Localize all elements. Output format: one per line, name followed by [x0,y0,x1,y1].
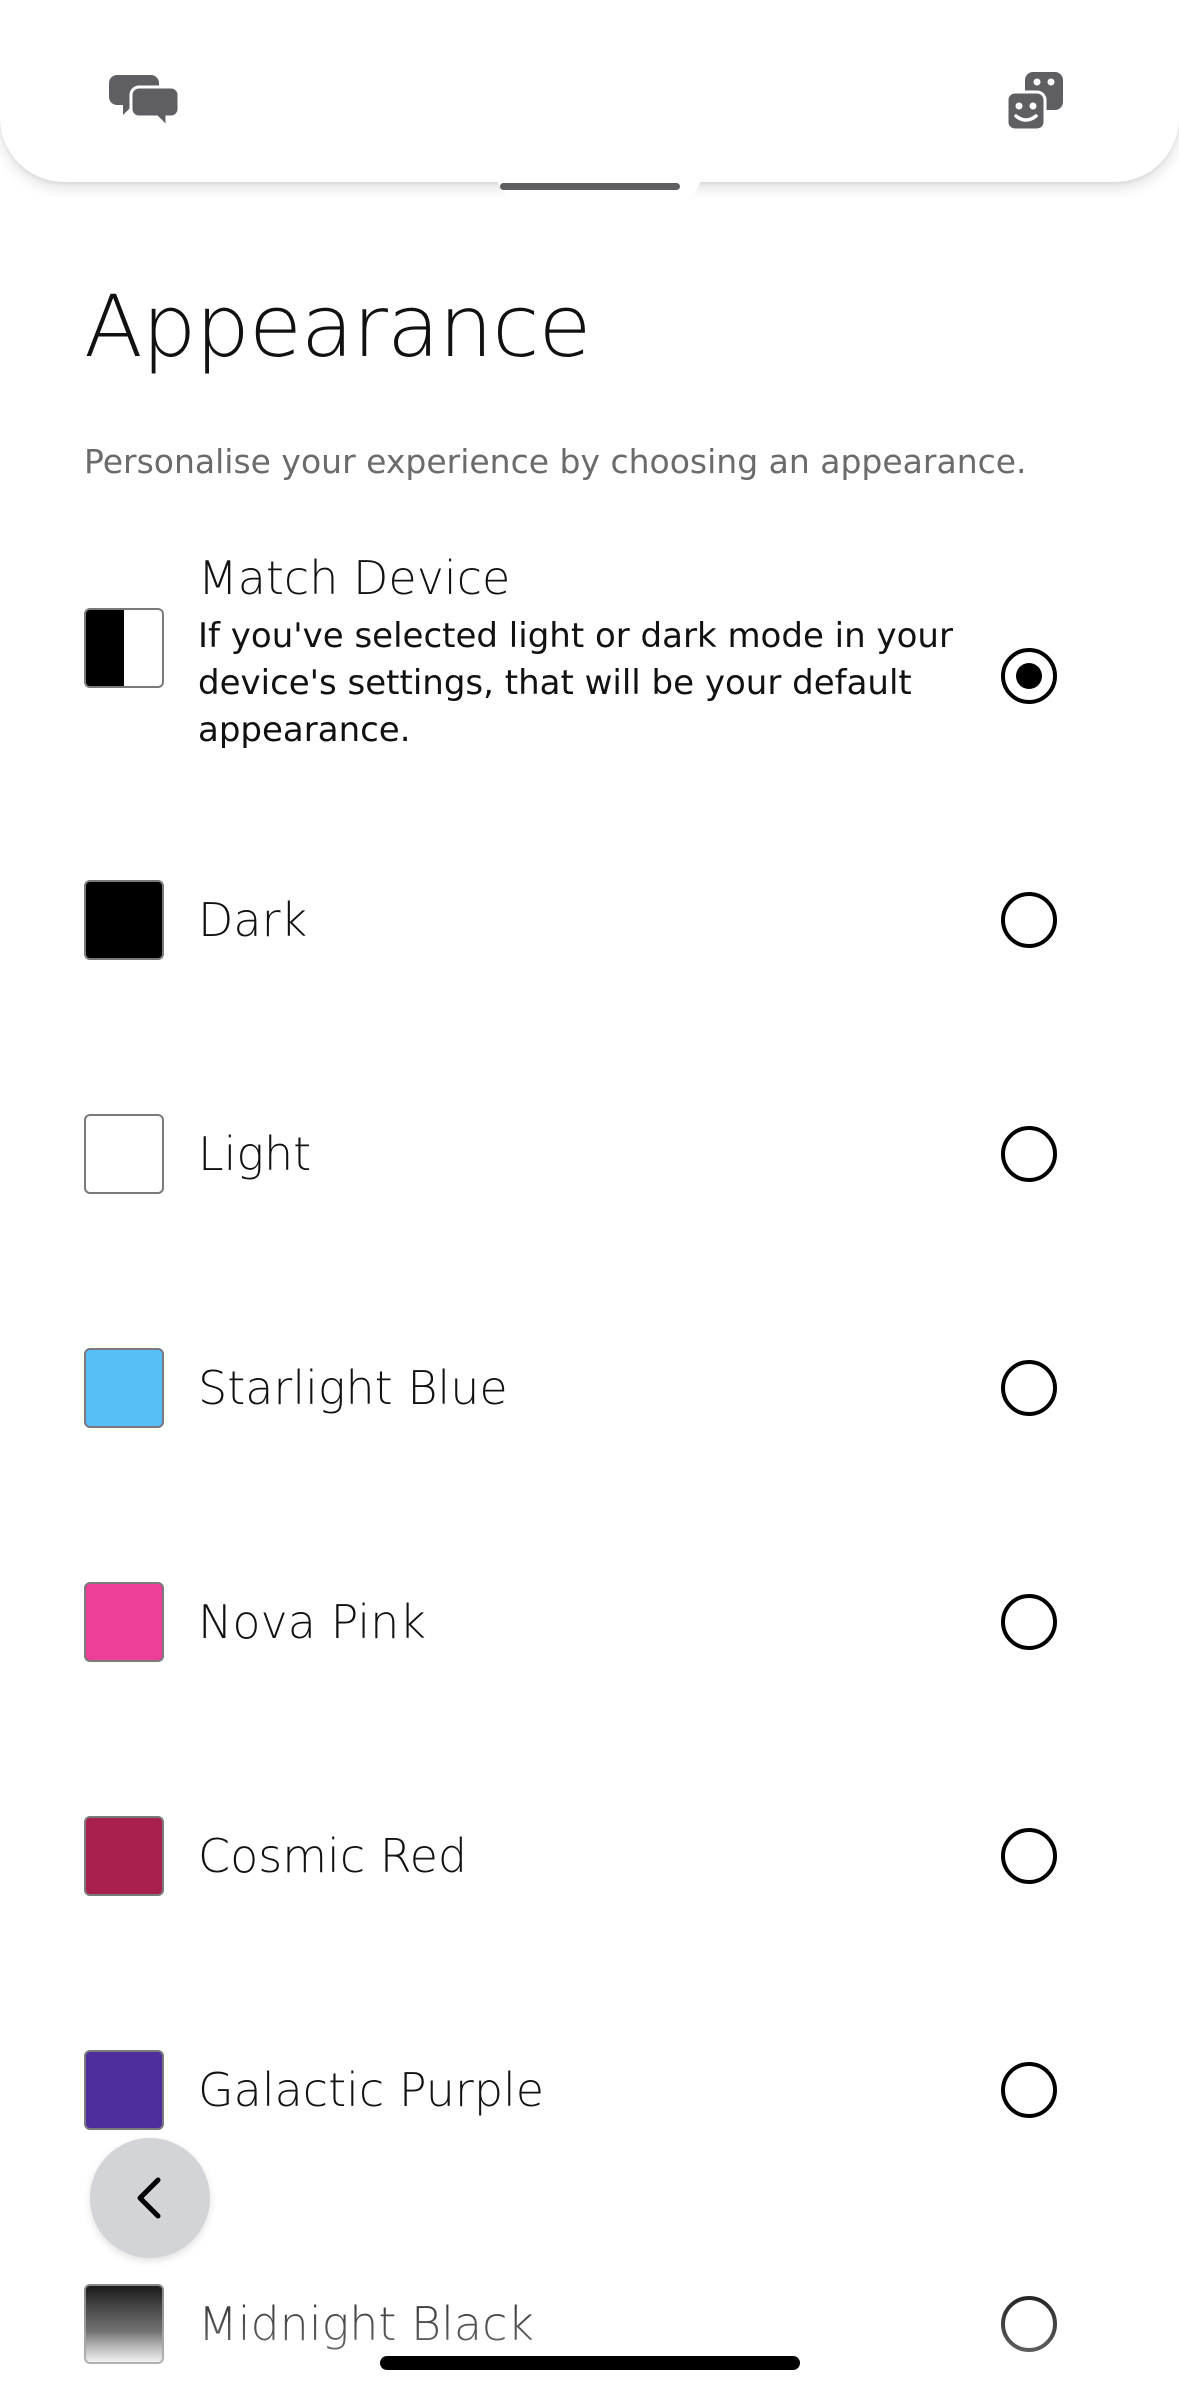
radio-cosmic-red[interactable] [1001,1828,1057,1884]
option-sublabel: If you've selected light or dark mode in… [198,616,953,750]
chat-bubbles-icon[interactable] [104,62,184,142]
radio-selected-dot [1016,663,1042,689]
swatch-match-device [84,608,164,688]
radio-galactic-purple[interactable] [1001,2062,1057,2118]
option-cosmic-red[interactable]: Cosmic Red [0,1816,1179,1896]
radio-midnight-black[interactable] [1001,2296,1057,2352]
option-dark[interactable]: Dark [0,880,1179,960]
option-label: Galactic Purple [198,2063,545,2117]
page-title: Appearance [84,277,591,377]
swatch-midnight-black [84,2284,164,2364]
option-starlight-blue[interactable]: Starlight Blue [0,1348,1179,1428]
radio-match-device[interactable] [1001,648,1057,704]
top-bar-notch [496,160,702,202]
option-label: Match Device [198,551,511,605]
swatch-starlight-blue [84,1348,164,1428]
sheet-drag-handle[interactable] [500,183,680,190]
option-label: Starlight Blue [198,1361,508,1415]
home-indicator[interactable] [380,2356,800,2370]
swatch-nova-pink [84,1582,164,1662]
swatch-galactic-purple [84,2050,164,2130]
appearance-screen: Appearance Personalise your experience b… [0,0,1179,2396]
option-galactic-purple[interactable]: Galactic Purple [0,2050,1179,2130]
swatch-dark [84,880,164,960]
option-nova-pink[interactable]: Nova Pink [0,1582,1179,1662]
option-midnight-black[interactable]: Midnight Black [0,2284,1179,2364]
game-pieces-icon[interactable] [995,62,1075,142]
option-label: Midnight Black [198,2297,535,2351]
option-label: Dark [198,893,308,947]
option-label: Light [198,1127,312,1181]
back-button[interactable] [90,2138,210,2258]
radio-light[interactable] [1001,1126,1057,1182]
radio-starlight-blue[interactable] [1001,1360,1057,1416]
option-match-device[interactable]: Match Device If you've selected light or… [0,540,1179,760]
radio-dark[interactable] [1001,892,1057,948]
radio-nova-pink[interactable] [1001,1594,1057,1650]
option-label: Nova Pink [198,1595,426,1649]
chevron-left-icon [137,2177,161,2219]
option-label: Cosmic Red [198,1829,468,1883]
swatch-cosmic-red [84,1816,164,1896]
swatch-light [84,1114,164,1194]
page-description: Personalise your experience by choosing … [84,442,1027,481]
option-light[interactable]: Light [0,1114,1179,1194]
